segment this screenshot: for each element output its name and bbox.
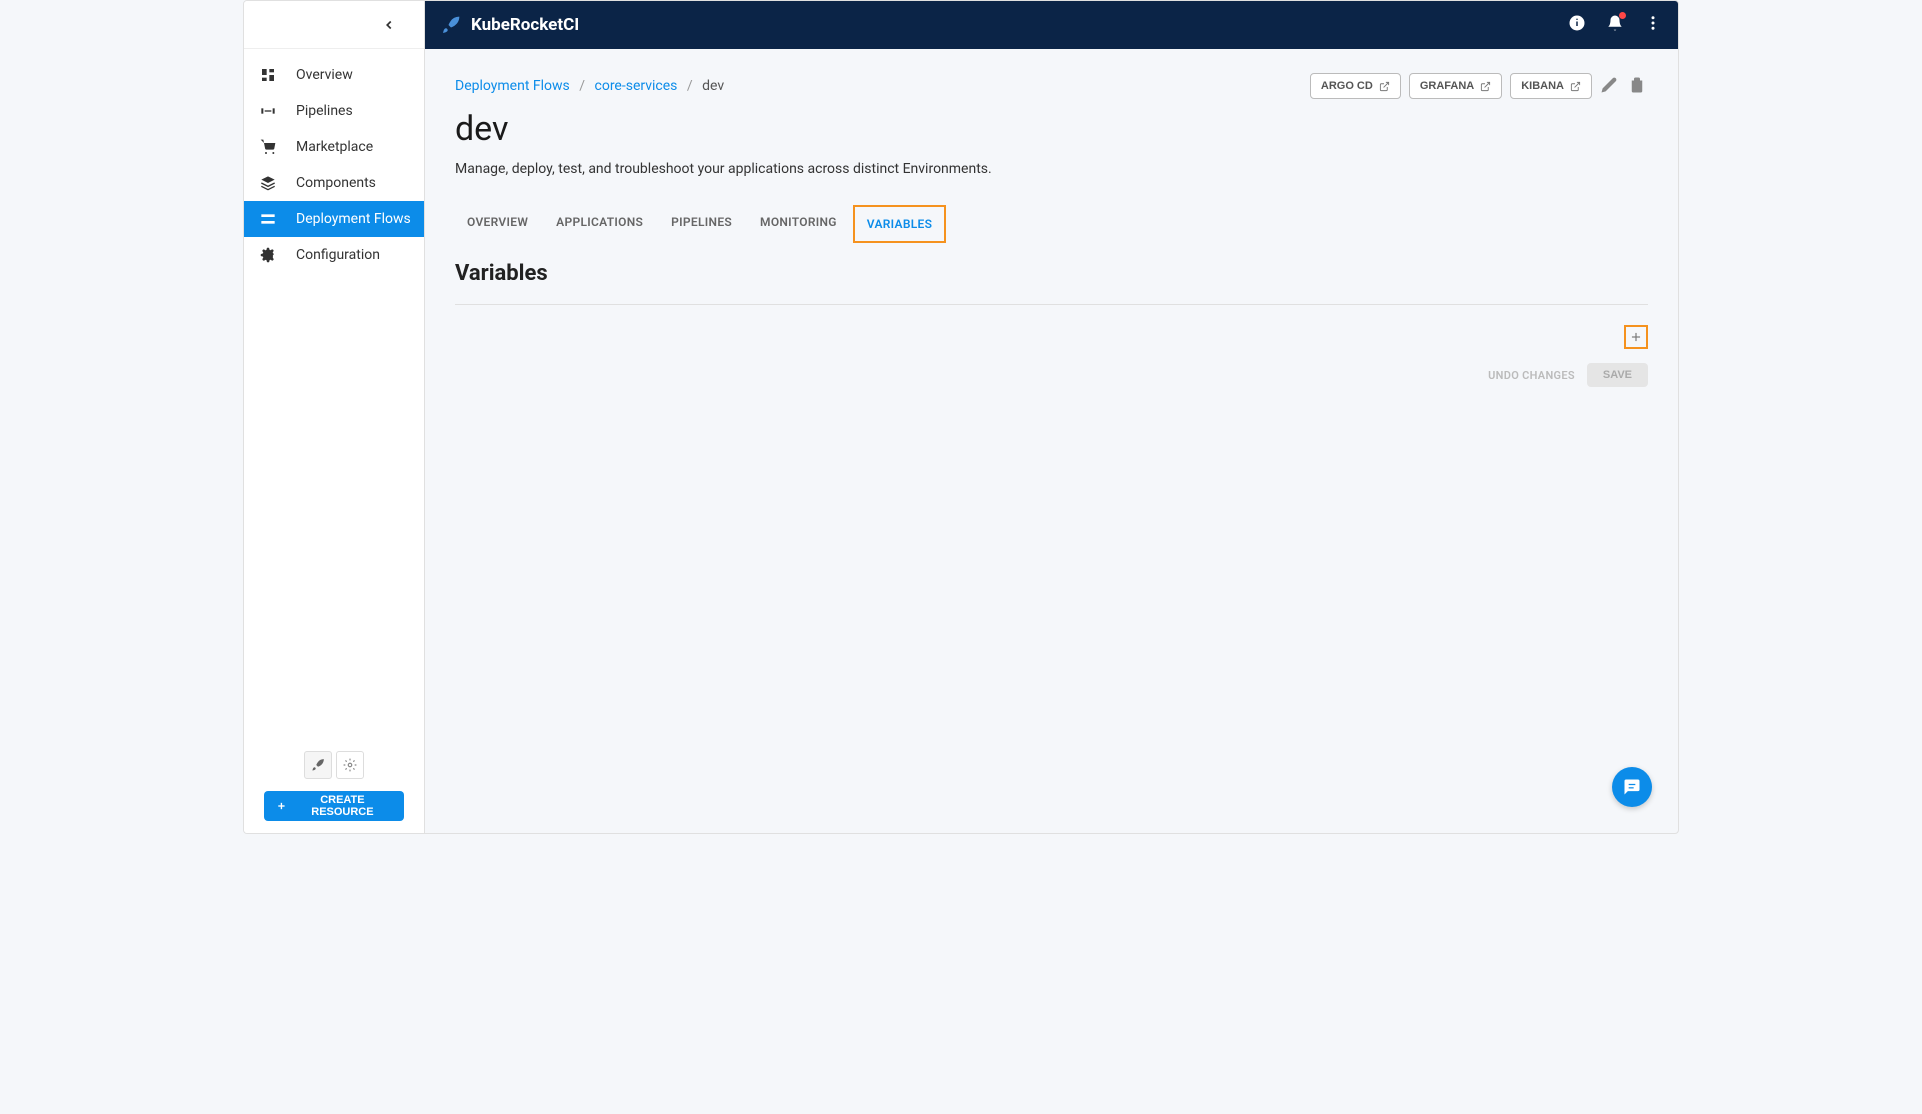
- sidebar: Overview Pipelines Marketplace Component…: [244, 1, 425, 833]
- sidebar-item-label: Overview: [296, 67, 353, 83]
- sidebar-collapse-button[interactable]: [244, 1, 424, 49]
- edit-button[interactable]: [1600, 76, 1620, 96]
- sidebar-item-label: Marketplace: [296, 139, 373, 155]
- breadcrumb: Deployment Flows / core-services / dev: [455, 78, 724, 94]
- info-button[interactable]: [1568, 14, 1586, 36]
- plus-icon: [276, 800, 287, 812]
- link-label: GRAFANA: [1420, 80, 1474, 92]
- tab-monitoring[interactable]: MONITORING: [748, 205, 849, 243]
- undo-changes-button[interactable]: UNDO CHANGES: [1488, 369, 1575, 382]
- breadcrumb-sep: /: [687, 78, 693, 94]
- link-label: ARGO CD: [1321, 80, 1373, 92]
- rocket-icon: [311, 758, 325, 772]
- chat-icon: [1622, 777, 1642, 797]
- brand-text: KubeRocketCI: [471, 15, 579, 35]
- sidebar-item-components[interactable]: Components: [244, 165, 424, 201]
- chevron-left-icon: [382, 18, 396, 32]
- notification-badge: [1619, 12, 1626, 19]
- sidebar-item-configuration[interactable]: Configuration: [244, 237, 424, 273]
- create-resource-button[interactable]: CREATE RESOURCE: [264, 791, 404, 821]
- info-icon: [1568, 14, 1586, 32]
- sidebar-nav: Overview Pipelines Marketplace Component…: [244, 49, 424, 739]
- create-label: CREATE RESOURCE: [293, 794, 392, 818]
- breadcrumb-link-1[interactable]: Deployment Flows: [455, 78, 570, 94]
- breadcrumb-current: dev: [702, 78, 724, 94]
- sidebar-item-marketplace[interactable]: Marketplace: [244, 129, 424, 165]
- settings-toggle[interactable]: [336, 751, 364, 779]
- flows-icon: [260, 211, 276, 227]
- brand[interactable]: KubeRocketCI: [441, 15, 579, 35]
- topbar: KubeRocketCI: [425, 1, 1678, 49]
- divider: [455, 304, 1648, 305]
- add-variable-button[interactable]: [1624, 325, 1648, 349]
- page-description: Manage, deploy, test, and troubleshoot y…: [455, 161, 1648, 177]
- link-label: KIBANA: [1521, 80, 1564, 92]
- sidebar-item-overview[interactable]: Overview: [244, 57, 424, 93]
- external-link-icon: [1379, 81, 1390, 92]
- sidebar-item-label: Configuration: [296, 247, 380, 263]
- layers-icon: [260, 175, 276, 191]
- gear-icon: [343, 758, 357, 772]
- more-menu-button[interactable]: [1644, 14, 1662, 36]
- grafana-link[interactable]: GRAFANA: [1409, 73, 1502, 99]
- cart-icon: [260, 139, 276, 155]
- rocket-toggle[interactable]: [304, 751, 332, 779]
- pipelines-icon: [260, 103, 276, 119]
- tab-variables[interactable]: VARIABLES: [853, 205, 946, 243]
- dashboard-icon: [260, 67, 276, 83]
- delete-button[interactable]: [1628, 76, 1648, 96]
- tab-overview[interactable]: OVERVIEW: [455, 205, 540, 243]
- external-link-icon: [1570, 81, 1581, 92]
- page-title: dev: [455, 109, 1648, 149]
- sidebar-item-label: Components: [296, 175, 376, 191]
- section-title: Variables: [455, 261, 1648, 286]
- save-button[interactable]: SAVE: [1587, 363, 1648, 387]
- gear-icon: [260, 247, 276, 263]
- chat-fab[interactable]: [1612, 767, 1652, 807]
- argo-cd-link[interactable]: ARGO CD: [1310, 73, 1401, 99]
- breadcrumb-sep: /: [579, 78, 585, 94]
- sidebar-item-deployment-flows[interactable]: Deployment Flows: [244, 201, 424, 237]
- trash-icon: [1628, 76, 1646, 94]
- sidebar-footer: CREATE RESOURCE: [244, 739, 424, 833]
- notifications-button[interactable]: [1606, 14, 1624, 36]
- tab-applications[interactable]: APPLICATIONS: [544, 205, 655, 243]
- sidebar-item-label: Deployment Flows: [296, 211, 411, 227]
- sidebar-item-pipelines[interactable]: Pipelines: [244, 93, 424, 129]
- breadcrumb-link-2[interactable]: core-services: [595, 78, 678, 94]
- rocket-icon: [441, 15, 461, 35]
- tab-pipelines[interactable]: PIPELINES: [659, 205, 744, 243]
- more-vertical-icon: [1644, 14, 1662, 32]
- sidebar-item-label: Pipelines: [296, 103, 353, 119]
- pencil-icon: [1600, 76, 1618, 94]
- main-content: Deployment Flows / core-services / dev A…: [425, 49, 1678, 833]
- plus-icon: [1629, 330, 1643, 344]
- external-link-icon: [1480, 81, 1491, 92]
- tabs: OVERVIEW APPLICATIONS PIPELINES MONITORI…: [455, 205, 1648, 243]
- kibana-link[interactable]: KIBANA: [1510, 73, 1592, 99]
